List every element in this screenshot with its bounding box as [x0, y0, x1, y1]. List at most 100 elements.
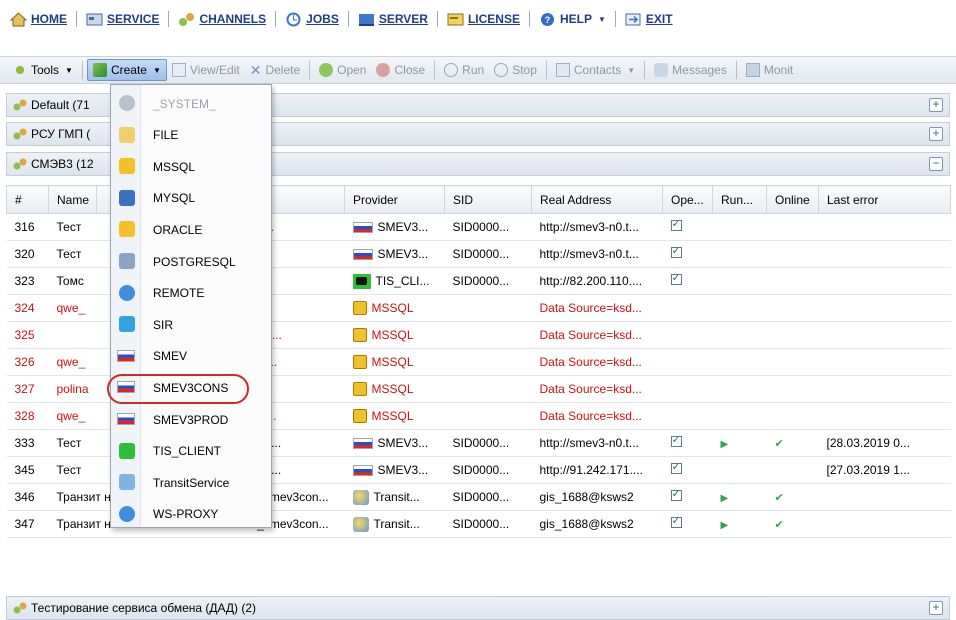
checkmark-icon: ✔ [774, 519, 784, 531]
nav-jobs[interactable]: JOBS [285, 12, 339, 27]
provider-label: MSSQL [371, 409, 414, 423]
menu-item-postgresql[interactable]: POSTGRESQL [111, 246, 271, 277]
monitor-label: Monit [763, 63, 794, 77]
play-icon [444, 63, 459, 77]
delete-button[interactable]: ✕ Delete [245, 59, 305, 81]
menu-item-label: POSTGRESQL [153, 254, 236, 269]
cell-last-error [818, 321, 951, 349]
nav-home[interactable]: HOME [10, 11, 67, 27]
column-header[interactable]: Last error [818, 185, 951, 214]
run-button[interactable]: Run [439, 59, 489, 81]
expand-button[interactable]: + [929, 98, 943, 112]
column-header[interactable]: # [6, 185, 49, 214]
column-header[interactable]: SID [444, 185, 532, 214]
create-label: Create [110, 63, 147, 77]
cell-id: 320 [6, 240, 49, 268]
checkbox-checked-icon [670, 271, 682, 285]
flag-icon [352, 248, 373, 260]
cell-name: Тест [48, 213, 97, 241]
delete-icon: ✕ [249, 61, 262, 78]
view-edit-button[interactable]: View/Edit [167, 59, 245, 81]
menu-item-remote[interactable]: REMOTE [111, 278, 271, 309]
open-button[interactable]: Open [314, 59, 371, 81]
cell-last-error [818, 348, 951, 376]
cell-real-address: Data Source=ksd... [531, 375, 663, 403]
tools-button[interactable]: Tools ▼ [8, 59, 78, 81]
menu-item-transitservice[interactable]: TransitService [111, 467, 271, 498]
nav-help[interactable]: ? HELP ▼ [539, 12, 606, 27]
create-button[interactable]: Create ▼ [86, 59, 167, 81]
column-header[interactable]: Provider [344, 185, 445, 214]
column-header[interactable]: Real Address [531, 185, 663, 214]
cell-sid: SID0000... [444, 483, 532, 511]
cell-open [662, 321, 713, 349]
provider: Transit... [352, 489, 444, 505]
checkbox-checked-icon [670, 514, 682, 528]
cell-run: ▶ [712, 510, 767, 538]
provider: MSSQL [352, 409, 444, 423]
collapse-button[interactable]: − [929, 157, 943, 171]
provider-label: MSSQL [371, 301, 414, 315]
checkbox-checked-icon [670, 244, 682, 258]
menu-item-smev3prod[interactable]: SMEV3PROD [111, 404, 271, 435]
stop-button[interactable]: Stop [489, 59, 542, 81]
cell-open [662, 510, 713, 538]
contacts-icon [555, 63, 570, 77]
license-icon [447, 13, 464, 25]
menu-item-file[interactable]: FILE [111, 120, 271, 151]
menu-item-smev[interactable]: SMEV [111, 341, 271, 372]
menu-item-label: SMEV [153, 349, 188, 364]
close-label: Close [394, 63, 426, 77]
menu-item-label: REMOTE [153, 286, 205, 301]
channels-icon [13, 602, 27, 614]
column-header[interactable]: Online [766, 185, 819, 214]
nav-jobs-label: JOBS [306, 12, 339, 26]
cell-provider: Transit... [344, 510, 445, 538]
column-header[interactable]: Name [48, 185, 97, 214]
nav-service[interactable]: SERVICE [86, 12, 159, 27]
menu-item-ws-proxy[interactable]: WS-PROXY [111, 499, 271, 530]
nav-license[interactable]: LICENSE [447, 12, 520, 27]
menu-item-oracle[interactable]: ORACLE [111, 214, 271, 245]
cell-online [766, 375, 819, 403]
toolbar: Tools ▼ Create ▼ View/Edit ✕ Delete Open… [0, 56, 956, 84]
nav-channels[interactable]: CHANNELS [178, 12, 266, 27]
jobs-icon [286, 12, 301, 26]
column-header[interactable]: Ope... [662, 185, 713, 214]
column-header[interactable]: Run... [712, 185, 767, 214]
nav-exit[interactable]: EXIT [625, 12, 673, 27]
close-button[interactable]: Close [371, 59, 430, 81]
cell-last-error: [28.03.2019 0... [818, 429, 951, 457]
provider-label: Transit... [373, 490, 420, 504]
cell-id: 328 [6, 402, 49, 430]
cell-open [662, 429, 713, 457]
group-test-label: Тестирование сервиса обмена (ДАД) (2) [31, 601, 257, 615]
group-test[interactable]: Тестирование сервиса обмена (ДАД) (2) + [6, 596, 950, 620]
cell-open [662, 456, 713, 484]
chevron-down-icon: ▼ [65, 65, 73, 75]
menu-item-label: SMEV3PROD [153, 412, 229, 427]
flag-icon [352, 464, 373, 476]
monitor-button[interactable]: Monit [741, 59, 798, 81]
menu-item-label: _SYSTEM_ [153, 96, 216, 111]
menu-item-label: FILE [153, 128, 179, 143]
menu-item-system[interactable]: _SYSTEM_ [111, 88, 271, 119]
menu-item-mssql[interactable]: MSSQL [111, 151, 271, 182]
stop-label: Stop [512, 63, 537, 77]
menu-item-mysql[interactable]: MYSQL [111, 183, 271, 214]
menu-item-sir[interactable]: SIR [111, 309, 271, 340]
cell-sid [444, 321, 532, 349]
ws-proxy-icon [119, 505, 135, 522]
menu-item-label: TransitService [153, 475, 230, 490]
nav-server[interactable]: SERVER [358, 12, 428, 27]
cell-id: 347 [6, 510, 49, 538]
expand-button[interactable]: + [929, 127, 943, 141]
menu-item-tisclient[interactable]: TIS_CLIENT [111, 436, 271, 467]
nav-help-label: HELP [559, 12, 592, 26]
toolbar-divider [735, 61, 737, 79]
provider-label: Transit... [373, 517, 420, 531]
expand-button[interactable]: + [929, 601, 943, 615]
messages-button[interactable]: Messages [649, 59, 732, 81]
contacts-button[interactable]: Contacts ▼ [551, 59, 640, 81]
provider: MSSQL [352, 355, 444, 369]
